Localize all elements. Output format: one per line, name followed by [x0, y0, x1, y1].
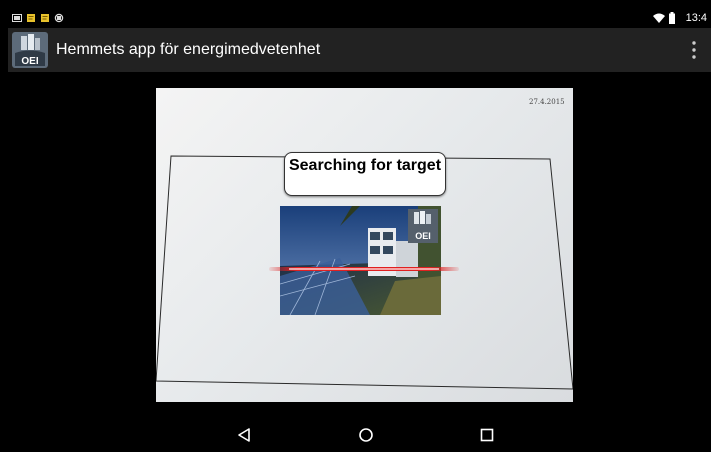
more-vert-icon[interactable] — [687, 38, 701, 62]
sync-icon — [54, 13, 64, 23]
app-logo: OEI — [12, 32, 48, 68]
app-bar: OEI Hemmets app för energimedvetenhet — [8, 28, 711, 72]
app-title: Hemmets app för energimedvetenhet — [56, 41, 321, 58]
status-toast: Searching for target — [284, 152, 446, 196]
back-icon[interactable] — [234, 425, 254, 445]
navigation-bar — [8, 417, 711, 452]
screenshot-icon — [12, 14, 22, 22]
target-logo-text: OEI — [415, 231, 431, 241]
status-time: 13:4 — [685, 12, 707, 24]
app-logo-text: OEI — [21, 56, 38, 67]
status-bar: 13:4 — [8, 10, 711, 28]
camera-preview[interactable]: 27.4.2015 OEI Searching for target — [8, 72, 711, 417]
scan-line — [269, 267, 459, 271]
battery-icon — [669, 12, 675, 24]
note-icon — [27, 14, 35, 22]
note-icon — [41, 14, 49, 22]
target-image: OEI — [280, 206, 441, 315]
recents-icon[interactable] — [477, 425, 497, 445]
toast-text: Searching for target — [288, 157, 442, 174]
app-screen: 13:4 OEI Hemmets app för energimedvetenh… — [8, 10, 711, 452]
target-paper: 27.4.2015 OEI — [156, 88, 573, 402]
home-icon[interactable] — [356, 425, 376, 445]
wifi-icon — [653, 13, 665, 23]
